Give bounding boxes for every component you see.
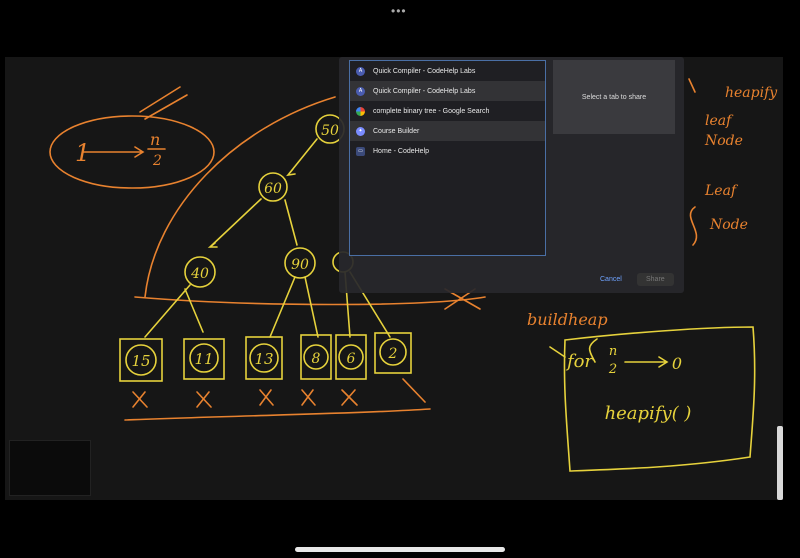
google-favicon-icon bbox=[356, 106, 365, 116]
node-40: 40 bbox=[190, 266, 209, 282]
codehelp-favicon-icon: A bbox=[356, 66, 365, 76]
tab-option-course-builder[interactable]: ✦ Course Builder bbox=[350, 121, 545, 141]
note-leaf: leaf bbox=[705, 113, 734, 129]
note-heapify: heapify bbox=[725, 85, 778, 101]
array-6: 6 bbox=[347, 351, 356, 367]
formula-two: 2 bbox=[152, 153, 162, 169]
note-leaf-2: Leaf bbox=[704, 183, 739, 199]
code-n: n bbox=[609, 344, 617, 359]
tab-option-home-codehelp[interactable]: ▭ Home - CodeHelp bbox=[350, 141, 545, 161]
code-heapify: heapify( ) bbox=[605, 403, 692, 424]
code-for: for bbox=[565, 351, 594, 372]
tab-option-google-search[interactable]: complete binary tree - Google Search bbox=[350, 101, 545, 121]
node-60: 60 bbox=[264, 181, 282, 197]
array-2: 2 bbox=[388, 346, 398, 362]
note-node: Node bbox=[704, 133, 743, 149]
array-11: 11 bbox=[194, 350, 213, 368]
tab-option-label: Quick Compiler - CodeHelp Labs bbox=[373, 87, 476, 95]
tab-option-quick-compiler-1[interactable]: A Quick Compiler - CodeHelp Labs bbox=[350, 61, 545, 81]
tab-option-label: complete binary tree - Google Search bbox=[373, 107, 490, 115]
note-node-2: Node bbox=[709, 217, 748, 233]
codehelp-favicon-icon: A bbox=[356, 86, 365, 96]
tab-option-label: Quick Compiler - CodeHelp Labs bbox=[373, 67, 476, 75]
tab-list[interactable]: A Quick Compiler - CodeHelp Labs A Quick… bbox=[349, 60, 546, 256]
share-tab-dialog: A Quick Compiler - CodeHelp Labs A Quick… bbox=[339, 57, 684, 293]
array-15: 15 bbox=[131, 352, 150, 370]
share-button[interactable]: Share bbox=[637, 273, 674, 286]
formula-n: n bbox=[150, 130, 160, 149]
tab-option-quick-compiler-2[interactable]: A Quick Compiler - CodeHelp Labs bbox=[350, 81, 545, 101]
cancel-button[interactable]: Cancel bbox=[591, 273, 631, 286]
bottom-line bbox=[124, 408, 431, 421]
slash-marks bbox=[139, 86, 188, 120]
code-two: 2 bbox=[608, 362, 617, 377]
buildheap-title: buildheap bbox=[527, 310, 608, 329]
tab-option-label: Course Builder bbox=[373, 127, 420, 135]
self-view-thumbnail[interactable] bbox=[9, 440, 91, 496]
home-indicator[interactable] bbox=[295, 547, 505, 552]
formula-one: 1 bbox=[75, 139, 90, 167]
node-90: 90 bbox=[291, 257, 309, 273]
code-zero: 0 bbox=[672, 354, 682, 373]
window-menu-dots-icon[interactable]: ••• bbox=[391, 4, 407, 18]
course-builder-favicon-icon: ✦ bbox=[356, 126, 365, 136]
preview-text: Select a tab to share bbox=[581, 93, 647, 101]
array-13: 13 bbox=[254, 350, 273, 368]
scroll-handle[interactable] bbox=[777, 426, 783, 500]
node-50: 50 bbox=[321, 123, 339, 139]
codehelp-favicon-icon: ▭ bbox=[356, 146, 365, 156]
tab-preview: Select a tab to share bbox=[553, 60, 675, 134]
tab-option-label: Home - CodeHelp bbox=[373, 147, 430, 155]
array-8: 8 bbox=[312, 351, 321, 367]
